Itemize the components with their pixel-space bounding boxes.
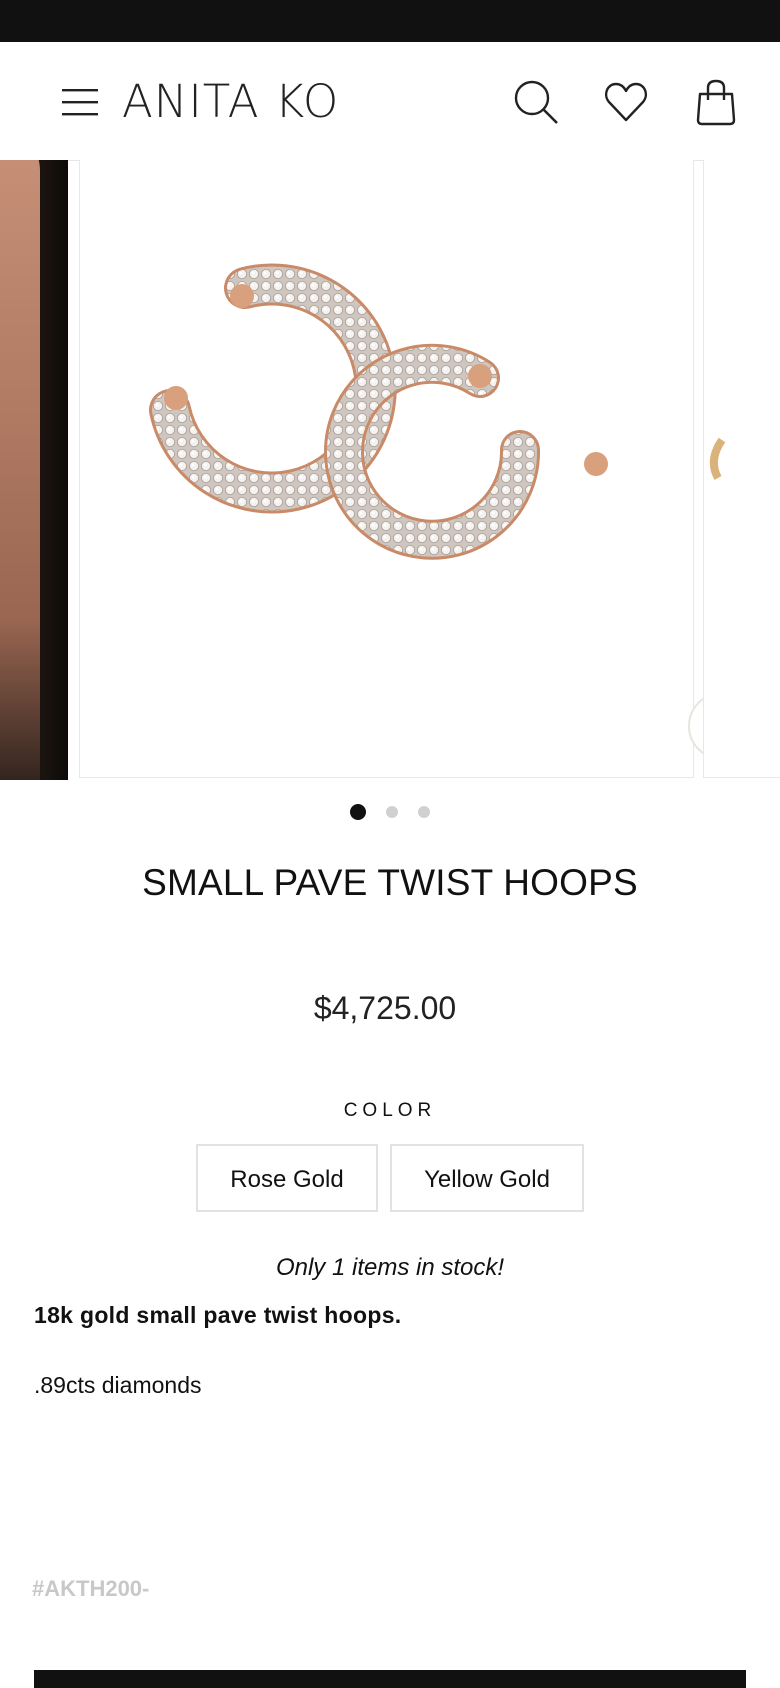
color-label: COLOR (343, 1100, 437, 1121)
slide-dot-3[interactable] (418, 806, 430, 818)
search-icon[interactable] (512, 78, 560, 126)
product-title: SMALL PAVE TWIST HOOPS (142, 862, 638, 903)
slide-dot-1[interactable] (350, 804, 366, 820)
slide-dot-2[interactable] (386, 806, 398, 818)
brand-logo[interactable]: ANITA KO (122, 74, 339, 130)
color-option-yellow-gold[interactable]: Yellow Gold (390, 1144, 584, 1212)
product-image[interactable] (79, 160, 756, 778)
product-price: $4,725.00 (313, 990, 457, 1026)
product-gallery[interactable] (0, 160, 780, 780)
next-slide-image[interactable] (703, 160, 780, 778)
status-bar (0, 0, 780, 42)
earrings-illustration (149, 263, 608, 560)
product-description-heading: 18k gold small pave twist hoops. (34, 1302, 402, 1328)
slide-indicators (0, 804, 780, 820)
color-option-rose-gold[interactable]: Rose Gold (196, 1144, 378, 1212)
heart-icon[interactable] (602, 78, 650, 126)
add-to-cart-button[interactable] (34, 1670, 746, 1688)
previous-slide-image[interactable] (0, 160, 68, 780)
site-header (0, 42, 780, 161)
stock-message: Only 1 items in stock! (275, 1254, 505, 1281)
product-diamonds-spec: .89cts diamonds (34, 1372, 202, 1398)
menu-icon[interactable] (62, 88, 98, 116)
product-sku: #AKTH200- (32, 1576, 150, 1601)
bag-icon[interactable] (692, 78, 740, 126)
